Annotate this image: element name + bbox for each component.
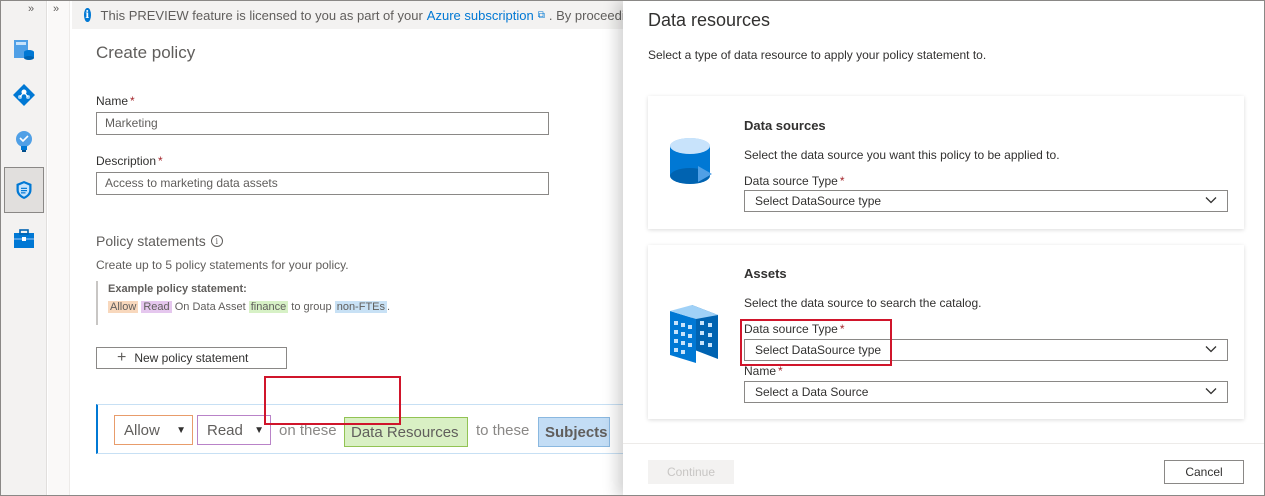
chevron-down-icon bbox=[1205, 346, 1217, 353]
data-resources-panel: Data resources Select a type of data res… bbox=[623, 1, 1264, 495]
external-link-icon: ⧉ bbox=[537, 9, 545, 21]
data-sources-title: Data sources bbox=[744, 118, 826, 133]
asset-name-label: Name * bbox=[744, 364, 783, 378]
example-heading: Example policy statement: bbox=[108, 283, 247, 295]
chevron-down-icon bbox=[1205, 197, 1217, 204]
policy-shield-icon[interactable] bbox=[4, 167, 44, 213]
secondary-nav-column: » bbox=[48, 1, 70, 495]
plus-icon: + bbox=[117, 349, 127, 366]
database-icon bbox=[666, 136, 722, 193]
name-field[interactable]: Marketing bbox=[96, 112, 549, 135]
data-source-type-select[interactable]: Select DataSource type bbox=[744, 190, 1228, 212]
policy-statements-heading: Policy statements i bbox=[96, 233, 223, 249]
required-mark: * bbox=[158, 154, 163, 168]
effect-dropdown[interactable]: Allow ▼ bbox=[114, 415, 193, 445]
example-line: Allow Read On Data Asset finance to grou… bbox=[108, 301, 616, 313]
create-policy-page: Create policy Name * Marketing Descriptio… bbox=[72, 29, 636, 495]
data-source-type-label: Data source Type * bbox=[744, 174, 845, 188]
app-window: » » i This PREVIEW feature is licensed t… bbox=[0, 0, 1265, 496]
example-tag-non-ftes: non-FTEs bbox=[334, 301, 387, 313]
insights-icon[interactable] bbox=[10, 127, 38, 155]
data-sources-card[interactable]: Data sources Select the data source you … bbox=[648, 96, 1244, 229]
example-tag-read: Read bbox=[141, 301, 172, 313]
info-icon: i bbox=[84, 8, 91, 22]
example-text-on-data-asset: On Data Asset bbox=[174, 301, 246, 313]
example-text-to-group: to group bbox=[291, 301, 332, 313]
cancel-button[interactable]: Cancel bbox=[1164, 460, 1244, 484]
data-source-type-placeholder: Select DataSource type bbox=[755, 194, 882, 208]
highlight-box-data-source-type bbox=[740, 319, 892, 366]
required-mark: * bbox=[778, 364, 783, 378]
subjects-chip[interactable]: Subjects bbox=[538, 417, 610, 447]
required-mark: * bbox=[839, 174, 845, 188]
data-sources-description: Select the data source you want this pol… bbox=[744, 148, 1060, 162]
assets-title: Assets bbox=[744, 266, 787, 281]
banner-text: This PREVIEW feature is licensed to you … bbox=[100, 7, 423, 23]
caret-down-icon: ▼ bbox=[176, 424, 186, 436]
panel-title: Data resources bbox=[648, 10, 771, 30]
example-tag-finance: finance bbox=[248, 301, 289, 313]
left-nav-rail: » bbox=[1, 1, 47, 495]
buildings-icon bbox=[666, 301, 722, 368]
action-dropdown[interactable]: Read ▼ bbox=[197, 415, 271, 445]
panel-footer: Continue Cancel bbox=[623, 443, 1264, 495]
asset-name-placeholder: Select a Data Source bbox=[755, 385, 869, 399]
highlight-box-data-resources bbox=[264, 376, 401, 425]
page-title: Create policy bbox=[96, 43, 196, 62]
chevron-down-icon bbox=[1205, 388, 1217, 395]
azure-subscription-link[interactable]: Azure subscription bbox=[427, 8, 534, 23]
action-value: Read bbox=[207, 421, 243, 439]
banner-tail-text: . By proceedin bbox=[548, 7, 632, 23]
description-label: Description * bbox=[96, 154, 163, 168]
data-map-icon[interactable] bbox=[10, 81, 38, 109]
caret-down-icon: ▼ bbox=[254, 424, 264, 436]
continue-button[interactable]: Continue bbox=[648, 460, 734, 484]
asset-name-select[interactable]: Select a Data Source bbox=[744, 381, 1228, 403]
assets-card[interactable]: Assets Select the data source to search … bbox=[648, 245, 1244, 419]
policy-statements-subtitle: Create up to 5 policy statements for you… bbox=[96, 258, 349, 272]
required-mark: * bbox=[130, 94, 135, 108]
expand-secondary-nav-icon[interactable]: » bbox=[53, 3, 59, 15]
to-these-text: to these bbox=[476, 422, 530, 439]
example-tag-allow: Allow bbox=[108, 301, 139, 313]
preview-license-banner: i This PREVIEW feature is licensed to yo… bbox=[72, 1, 632, 29]
assets-description: Select the data source to search the cat… bbox=[744, 296, 982, 310]
info-icon[interactable]: i bbox=[210, 235, 223, 247]
name-label: Name * bbox=[96, 94, 135, 108]
example-period: . bbox=[387, 301, 391, 313]
new-policy-statement-label: New policy statement bbox=[134, 351, 249, 365]
new-policy-statement-button[interactable]: + New policy statement bbox=[96, 347, 287, 369]
expand-nav-icon[interactable]: » bbox=[28, 3, 34, 15]
example-policy-statement: Example policy statement: Allow Read On … bbox=[96, 281, 616, 325]
description-field[interactable]: Access to marketing data assets bbox=[96, 172, 549, 195]
panel-subtitle: Select a type of data resource to apply … bbox=[648, 48, 987, 62]
data-catalog-icon[interactable] bbox=[10, 35, 38, 63]
management-toolbox-icon[interactable] bbox=[10, 225, 38, 253]
effect-value: Allow bbox=[124, 421, 160, 439]
